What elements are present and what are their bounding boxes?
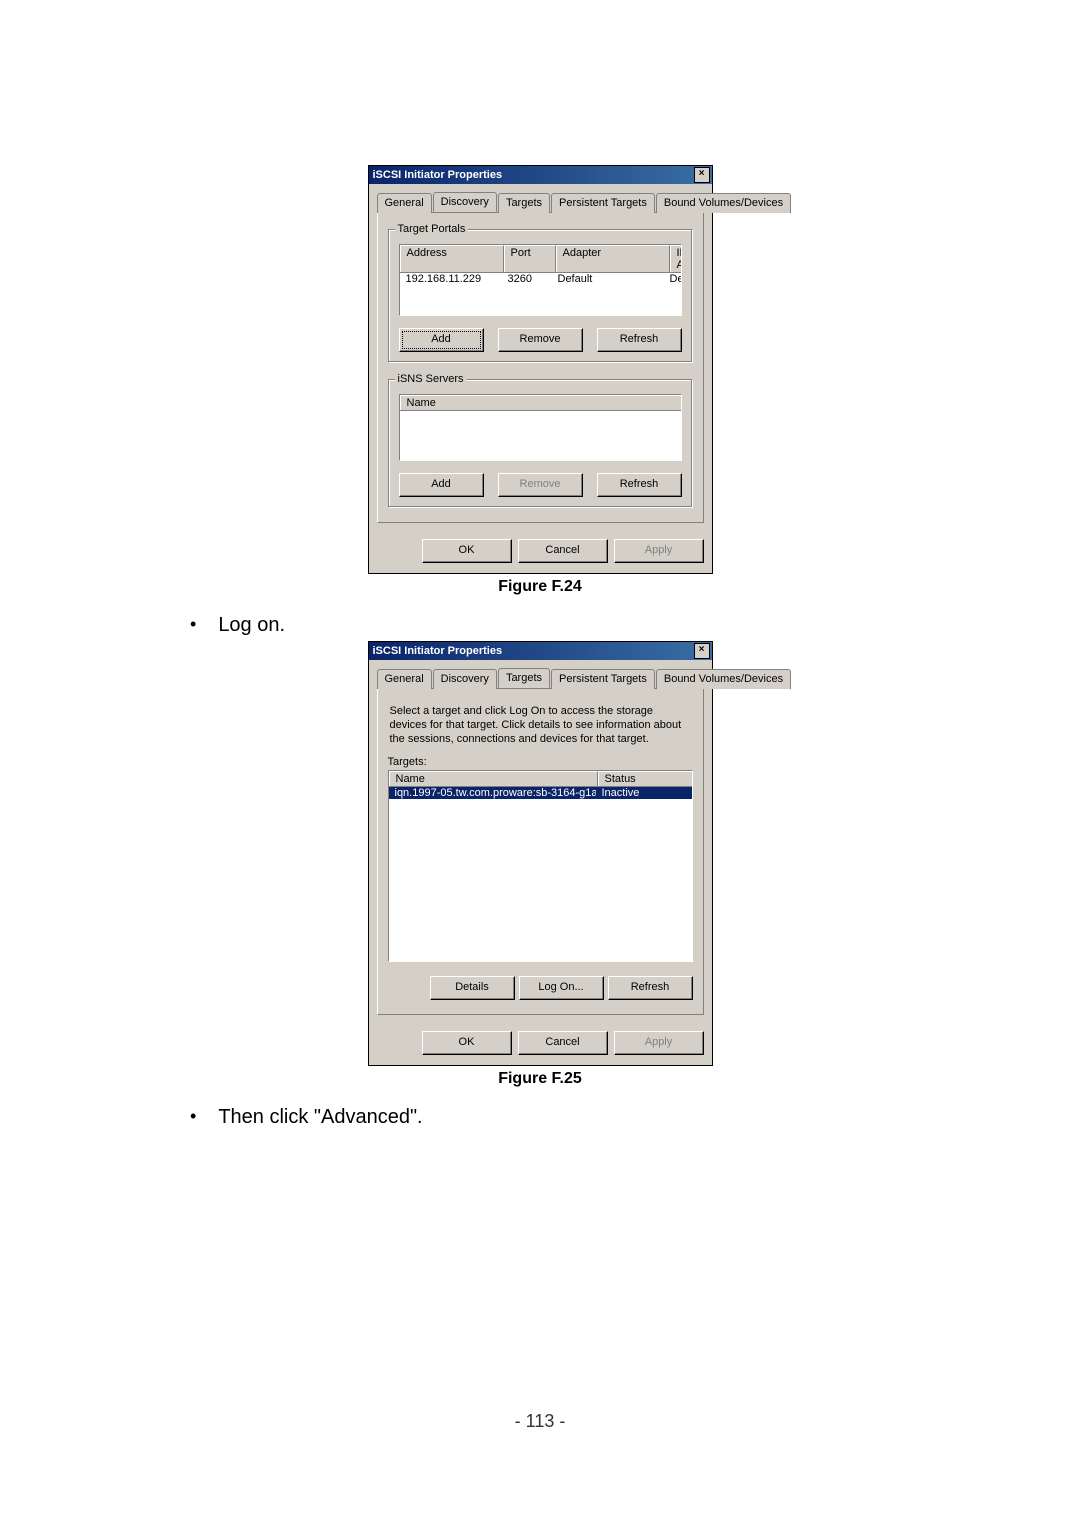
tab-bound-volumes[interactable]: Bound Volumes/Devices xyxy=(656,193,791,213)
targets-instructions: Select a target and click Log On to acce… xyxy=(390,705,691,746)
ok-button[interactable]: OK xyxy=(422,539,512,563)
tab-general[interactable]: General xyxy=(377,193,432,213)
targets-panel: Select a target and click Log On to acce… xyxy=(377,688,704,1015)
bullet-icon: • xyxy=(190,1106,196,1129)
apply-button: Apply xyxy=(614,539,704,563)
targets-label: Targets: xyxy=(388,756,693,768)
page-number: - 113 - xyxy=(0,1411,1080,1432)
figure-caption-f24: Figure F.24 xyxy=(0,578,1080,596)
col-ipaddress: IP Address xyxy=(670,245,682,272)
target-portals-list[interactable]: Address Port Adapter IP Address 192.168.… xyxy=(399,244,682,316)
tab-targets[interactable]: Targets xyxy=(498,668,550,688)
close-icon[interactable]: × xyxy=(694,167,710,183)
tabstrip: General Discovery Targets Persistent Tar… xyxy=(377,192,704,213)
col-address: Address xyxy=(400,245,504,272)
iscsi-targets-dialog: iSCSI Initiator Properties × General Dis… xyxy=(368,641,713,1066)
remove-portal-button[interactable]: Remove xyxy=(498,328,583,352)
bullet-icon: • xyxy=(190,614,196,637)
details-button[interactable]: Details xyxy=(430,976,515,1000)
discovery-panel: Target Portals Address Port Adapter IP A… xyxy=(377,212,704,523)
tabstrip: General Discovery Targets Persistent Tar… xyxy=(377,668,704,689)
tab-general[interactable]: General xyxy=(377,669,432,689)
col-port: Port xyxy=(504,245,556,272)
col-adapter: Adapter xyxy=(556,245,670,272)
cancel-button[interactable]: Cancel xyxy=(518,1031,608,1055)
dialog-title: iSCSI Initiator Properties xyxy=(373,169,503,181)
isns-servers-group: iSNS Servers Name Add Remove Refresh xyxy=(388,379,693,508)
remove-isns-button: Remove xyxy=(498,473,583,497)
titlebar: iSCSI Initiator Properties × xyxy=(369,642,712,660)
add-isns-button[interactable]: Add xyxy=(399,473,484,497)
tab-discovery[interactable]: Discovery xyxy=(433,192,497,212)
tab-persistent-targets[interactable]: Persistent Targets xyxy=(551,193,655,213)
figure-caption-f25: Figure F.25 xyxy=(0,1070,1080,1088)
apply-button: Apply xyxy=(614,1031,704,1055)
tab-targets[interactable]: Targets xyxy=(498,193,550,213)
refresh-isns-button[interactable]: Refresh xyxy=(597,473,682,497)
titlebar: iSCSI Initiator Properties × xyxy=(369,166,712,184)
portal-row[interactable]: 192.168.11.229 3260 Default Default xyxy=(400,273,681,285)
tab-persistent-targets[interactable]: Persistent Targets xyxy=(551,669,655,689)
tab-discovery[interactable]: Discovery xyxy=(433,669,497,689)
instruction-logon: • Log on. xyxy=(0,614,1080,637)
close-icon[interactable]: × xyxy=(694,643,710,659)
tab-bound-volumes[interactable]: Bound Volumes/Devices xyxy=(656,669,791,689)
logon-button[interactable]: Log On... xyxy=(519,976,604,1000)
target-portals-group: Target Portals Address Port Adapter IP A… xyxy=(388,229,693,363)
ok-button[interactable]: OK xyxy=(422,1031,512,1055)
isns-servers-list[interactable]: Name xyxy=(399,394,682,461)
cancel-button[interactable]: Cancel xyxy=(518,539,608,563)
col-target-name: Name xyxy=(389,771,598,786)
targets-list[interactable]: Name Status iqn.1997-05.tw.com.proware:s… xyxy=(388,770,693,962)
col-target-status: Status xyxy=(598,771,692,786)
dialog-title: iSCSI Initiator Properties xyxy=(373,645,503,657)
target-row[interactable]: iqn.1997-05.tw.com.proware:sb-3164-g1a3-… xyxy=(389,787,692,799)
refresh-targets-button[interactable]: Refresh xyxy=(608,976,693,1000)
add-portal-button[interactable]: Add xyxy=(399,328,484,352)
isns-servers-legend: iSNS Servers xyxy=(395,373,467,385)
refresh-portals-button[interactable]: Refresh xyxy=(597,328,682,352)
iscsi-discovery-dialog: iSCSI Initiator Properties × General Dis… xyxy=(368,165,713,574)
col-isns-name: Name xyxy=(400,395,681,410)
target-portals-legend: Target Portals xyxy=(395,223,469,235)
instruction-advanced: • Then click "Advanced". xyxy=(0,1106,1080,1129)
